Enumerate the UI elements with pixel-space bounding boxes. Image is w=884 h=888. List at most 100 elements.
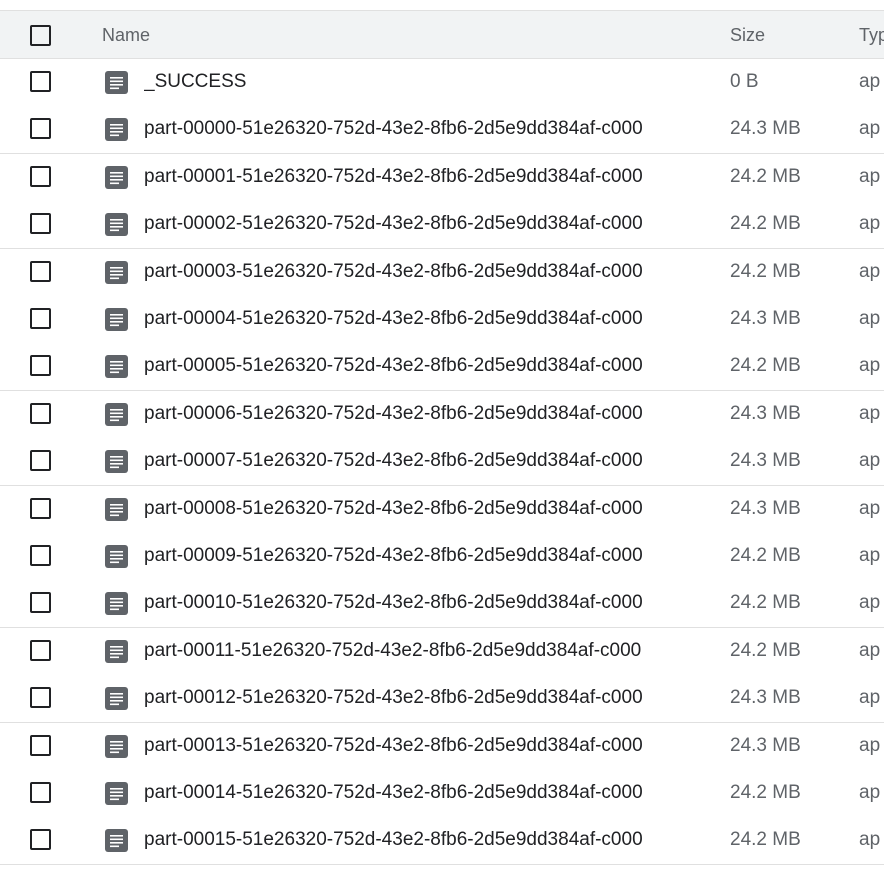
file-type: ap	[859, 355, 881, 377]
document-icon	[105, 687, 128, 711]
file-name-link[interactable]: part-00001-51e26320-752d-43e2-8fb6-2d5e9…	[144, 166, 677, 188]
row-checkbox[interactable]	[30, 71, 51, 92]
file-type: ap	[859, 402, 881, 424]
document-icon	[105, 545, 128, 568]
document-icon	[105, 592, 128, 616]
document-icon	[105, 734, 128, 758]
file-type: ap	[859, 545, 881, 566]
row-checkbox[interactable]	[30, 165, 51, 187]
file-size: 24.2 MB	[730, 639, 801, 661]
table-row[interactable]: part-00006-51e26320-752d-43e2-8fb6-2d5e9…	[0, 390, 884, 439]
document-icon	[105, 450, 128, 474]
file-name-link[interactable]: part-00011-51e26320-752d-43e2-8fb6-2d5e9…	[144, 640, 677, 662]
row-checkbox[interactable]	[30, 213, 51, 235]
row-checkbox[interactable]	[30, 639, 51, 661]
row-checkbox[interactable]	[30, 829, 51, 851]
file-name-link[interactable]: part-00006-51e26320-752d-43e2-8fb6-2d5e9…	[144, 403, 677, 425]
row-checkbox[interactable]	[30, 497, 51, 519]
row-checkbox[interactable]	[30, 687, 51, 709]
table-row[interactable]: part-00015-51e26320-752d-43e2-8fb6-2d5e9…	[0, 817, 884, 866]
document-icon	[105, 118, 128, 142]
file-size: 24.2 MB	[730, 355, 801, 377]
column-header-name[interactable]: Name	[102, 25, 150, 46]
table-row[interactable]: _SUCCESS 0 B ap	[0, 59, 884, 107]
file-name-link[interactable]: part-00000-51e26320-752d-43e2-8fb6-2d5e9…	[144, 118, 677, 140]
file-size: 24.2 MB	[730, 545, 801, 566]
file-type: ap	[859, 260, 881, 282]
document-icon	[105, 782, 128, 805]
file-size: 0 B	[730, 71, 759, 92]
select-all-checkbox[interactable]	[30, 25, 51, 46]
file-type: ap	[859, 71, 881, 92]
file-name-link[interactable]: part-00003-51e26320-752d-43e2-8fb6-2d5e9…	[144, 261, 677, 283]
table-row[interactable]: part-00008-51e26320-752d-43e2-8fb6-2d5e9…	[0, 485, 884, 534]
file-size: 24.3 MB	[730, 118, 801, 140]
file-name-link[interactable]: part-00004-51e26320-752d-43e2-8fb6-2d5e9…	[144, 308, 677, 330]
row-checkbox[interactable]	[30, 402, 51, 424]
file-type: ap	[859, 118, 881, 140]
table-row[interactable]: part-00001-51e26320-752d-43e2-8fb6-2d5e9…	[0, 153, 884, 202]
row-checkbox[interactable]	[30, 355, 51, 377]
file-size: 24.3 MB	[730, 734, 801, 756]
document-icon	[105, 213, 128, 237]
file-name-link[interactable]: part-00013-51e26320-752d-43e2-8fb6-2d5e9…	[144, 735, 677, 757]
file-size: 24.2 MB	[730, 782, 801, 803]
table-row[interactable]: part-00011-51e26320-752d-43e2-8fb6-2d5e9…	[0, 627, 884, 676]
table-row[interactable]: part-00013-51e26320-752d-43e2-8fb6-2d5e9…	[0, 722, 884, 771]
file-type: ap	[859, 308, 881, 329]
file-size: 24.3 MB	[730, 308, 801, 329]
table-row[interactable]: part-00000-51e26320-752d-43e2-8fb6-2d5e9…	[0, 106, 884, 155]
row-checkbox[interactable]	[30, 592, 51, 614]
file-name-link[interactable]: part-00005-51e26320-752d-43e2-8fb6-2d5e9…	[144, 355, 677, 377]
file-type: ap	[859, 639, 881, 661]
file-size: 24.3 MB	[730, 687, 801, 709]
file-name-link[interactable]: part-00010-51e26320-752d-43e2-8fb6-2d5e9…	[144, 592, 677, 614]
document-icon	[105, 829, 128, 853]
row-checkbox[interactable]	[30, 308, 51, 329]
table-row[interactable]: part-00002-51e26320-752d-43e2-8fb6-2d5e9…	[0, 201, 884, 250]
file-size: 24.3 MB	[730, 450, 801, 472]
file-name-link[interactable]: part-00009-51e26320-752d-43e2-8fb6-2d5e9…	[144, 545, 677, 567]
file-size: 24.2 MB	[730, 592, 801, 614]
file-name-link[interactable]: part-00008-51e26320-752d-43e2-8fb6-2d5e9…	[144, 498, 677, 520]
column-header-size[interactable]: Size	[730, 25, 765, 46]
document-icon	[105, 71, 128, 94]
file-name-link[interactable]: part-00002-51e26320-752d-43e2-8fb6-2d5e9…	[144, 213, 677, 235]
document-icon	[105, 308, 128, 331]
table-row[interactable]: part-00003-51e26320-752d-43e2-8fb6-2d5e9…	[0, 248, 884, 297]
row-checkbox[interactable]	[30, 450, 51, 472]
file-name-link[interactable]: part-00007-51e26320-752d-43e2-8fb6-2d5e9…	[144, 450, 677, 472]
row-checkbox[interactable]	[30, 118, 51, 140]
table-row[interactable]: part-00005-51e26320-752d-43e2-8fb6-2d5e9…	[0, 343, 884, 392]
row-checkbox[interactable]	[30, 545, 51, 566]
file-size: 24.2 MB	[730, 829, 801, 851]
file-name-link[interactable]: part-00015-51e26320-752d-43e2-8fb6-2d5e9…	[144, 829, 677, 851]
column-header-type[interactable]: Typ	[859, 25, 884, 46]
table-row[interactable]: part-00010-51e26320-752d-43e2-8fb6-2d5e9…	[0, 580, 884, 629]
file-type: ap	[859, 213, 881, 235]
row-checkbox[interactable]	[30, 260, 51, 282]
file-size: 24.3 MB	[730, 497, 801, 519]
file-name-link[interactable]: part-00012-51e26320-752d-43e2-8fb6-2d5e9…	[144, 687, 677, 709]
document-icon	[105, 402, 128, 426]
table-row[interactable]: part-00009-51e26320-752d-43e2-8fb6-2d5e9…	[0, 533, 884, 581]
document-icon	[105, 165, 128, 189]
file-name-link[interactable]: _SUCCESS	[144, 71, 677, 93]
file-type: ap	[859, 829, 881, 851]
file-size: 24.3 MB	[730, 402, 801, 424]
row-checkbox[interactable]	[30, 782, 51, 803]
table-header: Name Size Typ	[0, 11, 884, 59]
file-size: 24.2 MB	[730, 165, 801, 187]
file-size: 24.2 MB	[730, 213, 801, 235]
document-icon	[105, 639, 128, 663]
document-icon	[105, 260, 128, 284]
row-checkbox[interactable]	[30, 734, 51, 756]
document-icon	[105, 355, 128, 379]
table-row[interactable]: part-00007-51e26320-752d-43e2-8fb6-2d5e9…	[0, 438, 884, 487]
table-row[interactable]: part-00014-51e26320-752d-43e2-8fb6-2d5e9…	[0, 770, 884, 818]
file-type: ap	[859, 592, 881, 614]
table-row[interactable]: part-00012-51e26320-752d-43e2-8fb6-2d5e9…	[0, 675, 884, 724]
table-row[interactable]: part-00004-51e26320-752d-43e2-8fb6-2d5e9…	[0, 296, 884, 344]
file-type: ap	[859, 450, 881, 472]
file-name-link[interactable]: part-00014-51e26320-752d-43e2-8fb6-2d5e9…	[144, 782, 677, 804]
